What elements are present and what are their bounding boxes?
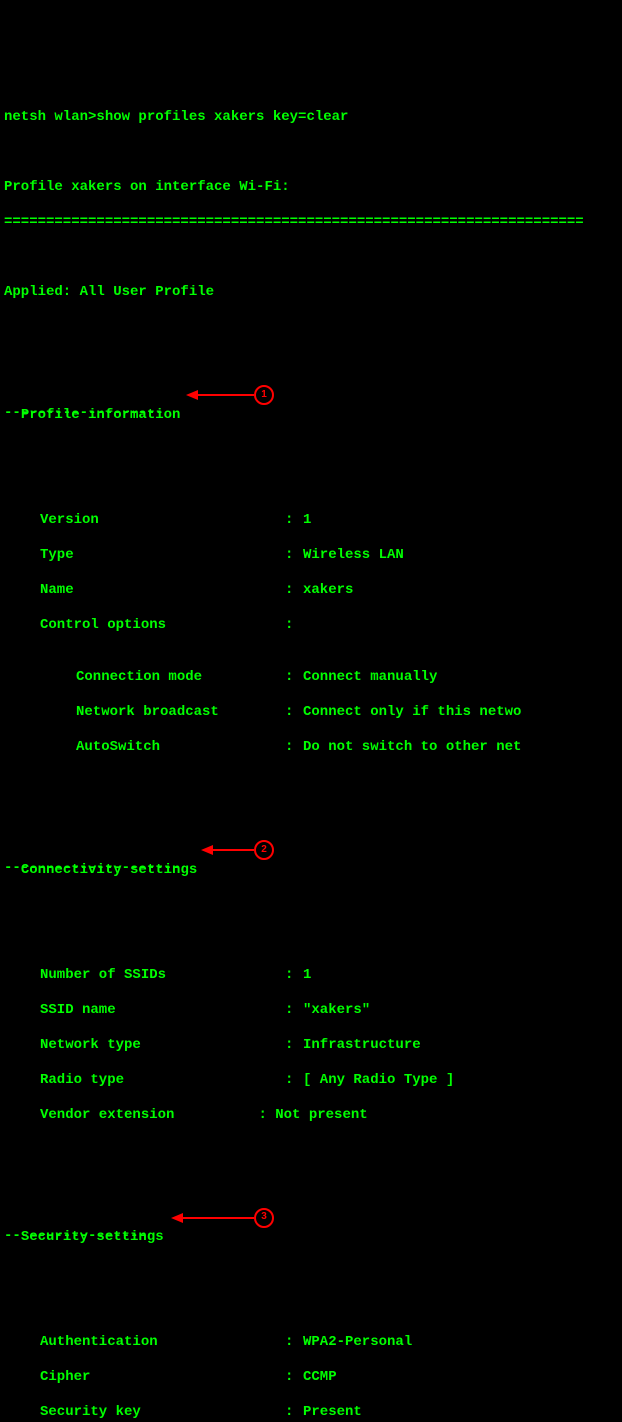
label: Authentication [40, 1334, 285, 1352]
blank-line [4, 914, 618, 932]
value: 1 [303, 967, 618, 985]
arrow-icon [184, 385, 254, 405]
label: Version [40, 512, 285, 530]
value: "xakers" [303, 1002, 618, 1020]
value: Do not switch to other net [303, 739, 618, 757]
value: : Not present [258, 1107, 367, 1125]
section-underline: ------------------- [4, 405, 164, 423]
table-row: Network broadcast: Connect only if this … [4, 704, 618, 722]
callout-badge: 1 [254, 385, 274, 405]
profile-header-sep: ========================================… [4, 214, 618, 232]
blank-line [4, 144, 618, 162]
label: Cipher [40, 1369, 285, 1387]
label: Radio type [40, 1072, 285, 1090]
command-line: netsh wlan>show profiles xakers key=clea… [4, 109, 618, 127]
value: Infrastructure [303, 1037, 618, 1055]
table-row: Connection mode: Connect manually [4, 669, 618, 687]
blank-line [4, 1282, 618, 1300]
terminal-output: netsh wlan>show profiles xakers key=clea… [4, 74, 618, 1422]
label: Name [40, 582, 285, 600]
value [303, 617, 618, 635]
arrow-icon [199, 840, 254, 860]
section-profile-information: Profile information ------------------- … [4, 389, 180, 459]
section-connectivity-settings: Connectivity settings ------------------… [4, 844, 197, 914]
value: Present [303, 1404, 618, 1422]
blank-line [4, 249, 618, 267]
label: Number of SSIDs [40, 967, 285, 985]
arrow-icon [169, 1208, 254, 1228]
label: AutoSwitch [76, 739, 285, 757]
table-row: Type: Wireless LAN [4, 547, 618, 565]
table-row: Control options: [4, 617, 618, 635]
table-row: Security key: Present [4, 1404, 618, 1422]
table-row: AutoSwitch: Do not switch to other net [4, 739, 618, 757]
callout-badge: 2 [254, 840, 274, 860]
value: WPA2-Personal [303, 1334, 618, 1352]
section-security-settings: Security settings ----------------- 3 [4, 1212, 164, 1282]
table-row: Vendor extension : Not present [4, 1107, 618, 1125]
blank-line [4, 459, 618, 477]
label: Vendor extension [40, 1107, 174, 1125]
label: Type [40, 547, 285, 565]
label: Connection mode [76, 669, 285, 687]
label: Network type [40, 1037, 285, 1055]
value: xakers [303, 582, 618, 600]
label: Security key [40, 1404, 285, 1422]
table-row: Name: xakers [4, 582, 618, 600]
blank-line [4, 774, 618, 792]
profile-header: Profile xakers on interface Wi-Fi: [4, 179, 618, 197]
table-row: Cipher: CCMP [4, 1369, 618, 1387]
value: [ Any Radio Type ] [303, 1072, 618, 1090]
callout-badge: 3 [254, 1208, 274, 1228]
table-row: Authentication: WPA2-Personal [4, 1334, 618, 1352]
table-row: Version: 1 [4, 512, 618, 530]
table-row: Number of SSIDs: 1 [4, 967, 618, 985]
value: Connect manually [303, 669, 618, 687]
table-row: SSID name: "xakers" [4, 1002, 618, 1020]
label: SSID name [40, 1002, 285, 1020]
blank-line [4, 1142, 618, 1160]
value: CCMP [303, 1369, 618, 1387]
label: Network broadcast [76, 704, 285, 722]
blank-line [4, 319, 618, 337]
value: Connect only if this netwo [303, 704, 618, 722]
table-row: Radio type: [ Any Radio Type ] [4, 1072, 618, 1090]
value: 1 [303, 512, 618, 530]
value: Wireless LAN [303, 547, 618, 565]
label: Control options [40, 617, 285, 635]
table-row: Network type: Infrastructure [4, 1037, 618, 1055]
section-underline: ----------------- [4, 1228, 147, 1246]
applied-line: Applied: All User Profile [4, 284, 618, 302]
section-underline: --------------------- [4, 860, 180, 878]
